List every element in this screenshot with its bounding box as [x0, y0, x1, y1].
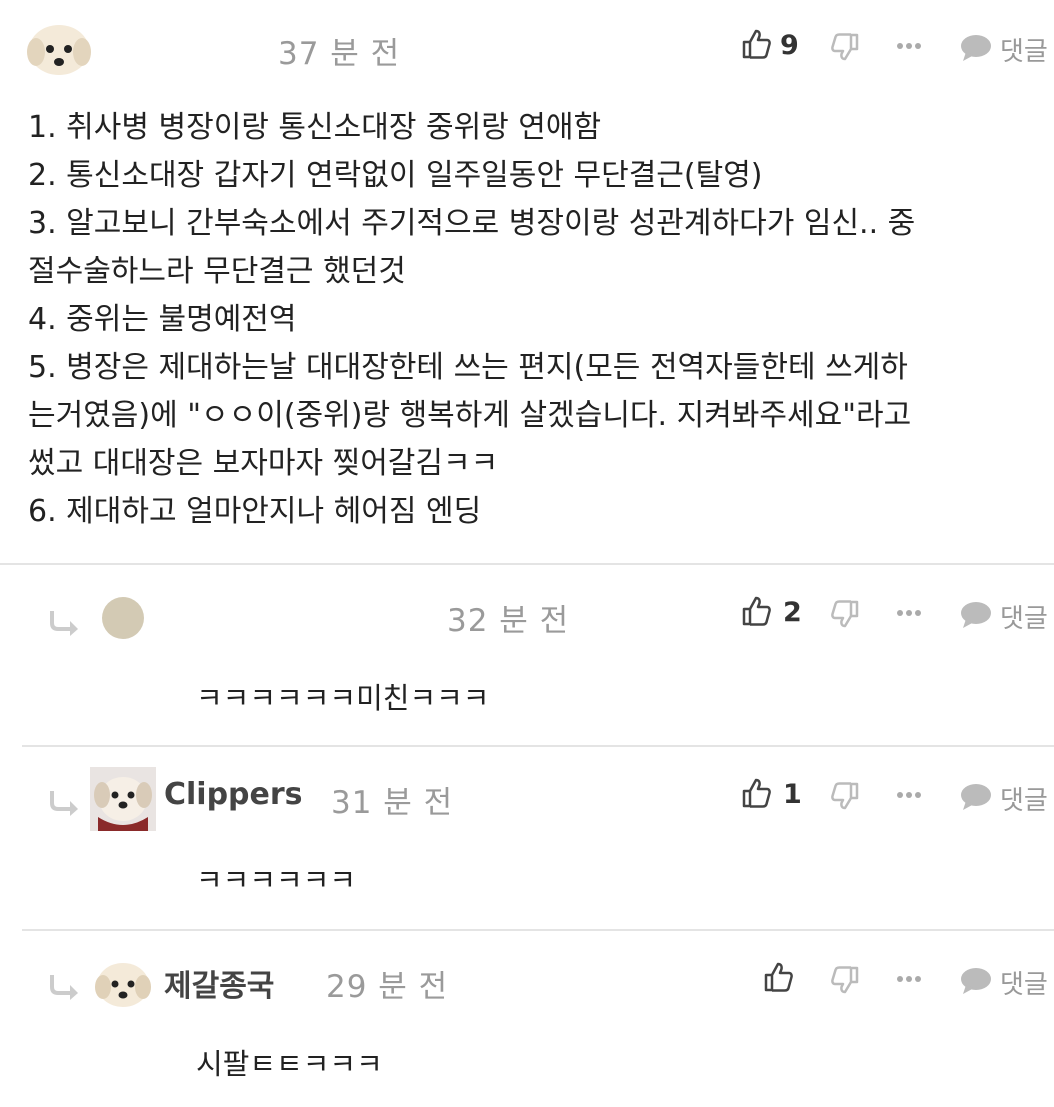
like-count: 2: [783, 597, 802, 628]
comment-line: 6. 제대하고 얼마안지나 헤어짐 엔딩: [28, 494, 482, 529]
like-count: 9: [780, 30, 799, 61]
thumbs-up-icon[interactable]: [741, 28, 771, 60]
speech-bubble-icon[interactable]: [960, 783, 992, 811]
username[interactable]: 제갈종국: [164, 961, 274, 1005]
reply-comment: Clippers 31 분 전 1 댓글 ㅋㅋㅋㅋㅋㅋ: [0, 747, 1054, 929]
avatar[interactable]: [26, 18, 92, 78]
comment-line: 는거였음)에 "ㅇㅇ이(중위)랑 행복하게 살겠습니다. 지켜봐주세요"라고: [28, 398, 912, 433]
reply-arrow-icon: [48, 789, 82, 817]
reply-comment: 제갈종국 29 분 전 댓글 시팔ㅌㅌㅋㅋㅋ: [0, 931, 1054, 1107]
more-dots-icon[interactable]: [896, 975, 922, 983]
comment-time: 37 분 전: [278, 36, 401, 72]
avatar[interactable]: [90, 767, 156, 831]
avatar[interactable]: [102, 597, 144, 639]
comment-line: 썼고 대대장은 보자마자 찢어갈김ㅋㅋ: [28, 446, 499, 481]
reply-button[interactable]: 댓글: [1000, 964, 1048, 1001]
comment: 37 분 전 9 댓글 1. 취사병 병장이랑 통신소대장 중위랑 연애함 2.…: [0, 0, 1054, 562]
reply-arrow-icon: [48, 973, 82, 1001]
speech-bubble-icon[interactable]: [960, 601, 992, 629]
comment-line: 2. 통신소대장 갑자기 연락없이 일주일동안 무단결근(탈영): [28, 158, 763, 193]
comment-line: 3. 알고보니 간부숙소에서 주기적으로 병장이랑 성관계하다가 임신.. 중: [28, 206, 916, 241]
speech-bubble-icon[interactable]: [960, 967, 992, 995]
comment-body: 1. 취사병 병장이랑 통신소대장 중위랑 연애함 2. 통신소대장 갑자기 연…: [28, 104, 915, 536]
more-dots-icon[interactable]: [896, 609, 922, 617]
more-dots-icon[interactable]: [896, 791, 922, 799]
comment-body: ㅋㅋㅋㅋㅋㅋ: [196, 863, 357, 897]
avatar[interactable]: [94, 957, 152, 1009]
thumbs-up-icon[interactable]: [741, 777, 771, 809]
comment-line: 4. 중위는 불명예전역: [28, 302, 297, 337]
thumbs-down-icon[interactable]: [831, 781, 859, 811]
reply-button[interactable]: 댓글: [1000, 780, 1048, 817]
thumbs-up-icon[interactable]: [741, 595, 771, 627]
thumbs-up-icon[interactable]: [763, 961, 793, 993]
thumbs-down-icon[interactable]: [831, 32, 859, 62]
thumbs-down-icon[interactable]: [831, 599, 859, 629]
reply-comment: 32 분 전 2 댓글 ㅋㅋㅋㅋㅋㅋ미친ㅋㅋㅋ: [0, 565, 1054, 745]
comment-time: 29 분 전: [326, 969, 449, 1005]
comment-time: 32 분 전: [447, 603, 570, 639]
more-dots-icon[interactable]: [896, 42, 922, 50]
comment-line: 5. 병장은 제대하는날 대대장한테 쓰는 편지(모든 전역자들한테 쓰게하: [28, 350, 908, 385]
like-count: 1: [783, 779, 802, 810]
comment-time: 31 분 전: [331, 785, 454, 821]
comment-line: 절수술하느라 무단결근 했던것: [28, 254, 406, 289]
comment-line: 1. 취사병 병장이랑 통신소대장 중위랑 연애함: [28, 110, 602, 145]
comment-body: ㅋㅋㅋㅋㅋㅋ미친ㅋㅋㅋ: [196, 681, 490, 715]
reply-button[interactable]: 댓글: [1000, 31, 1048, 68]
thumbs-down-icon[interactable]: [831, 965, 859, 995]
reply-arrow-icon: [48, 609, 82, 637]
comment-body: 시팔ㅌㅌㅋㅋㅋ: [196, 1047, 383, 1081]
speech-bubble-icon[interactable]: [960, 34, 992, 62]
reply-button[interactable]: 댓글: [1000, 598, 1048, 635]
username[interactable]: Clippers: [164, 777, 303, 812]
